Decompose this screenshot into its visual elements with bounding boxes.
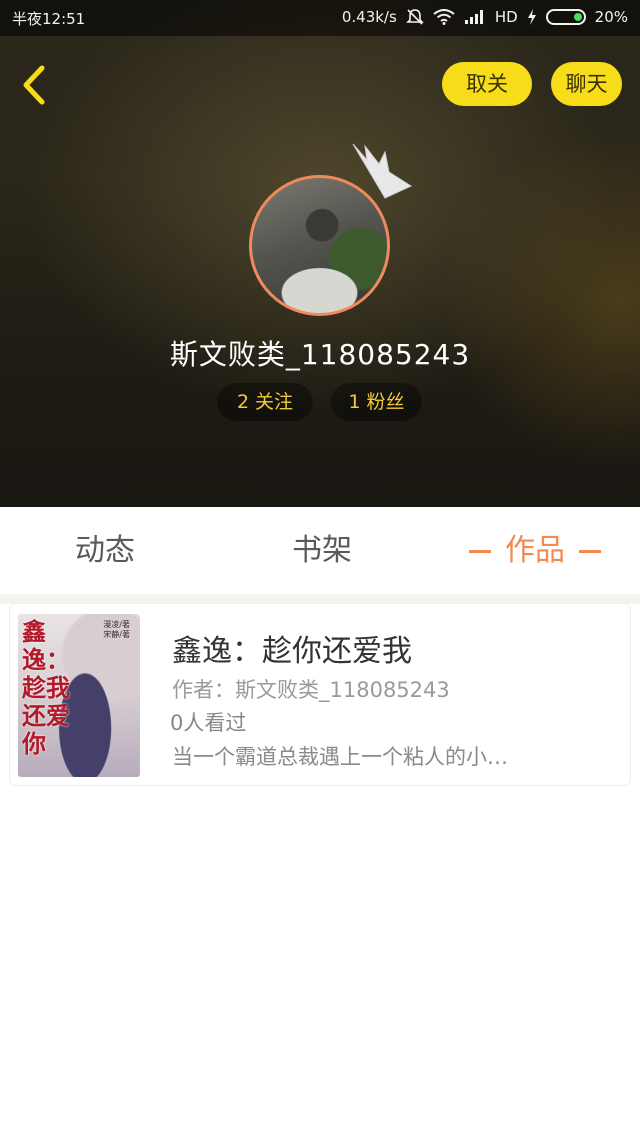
net-speed: 0.43k/s <box>341 8 397 26</box>
cover-credit: 漫凌/著 宋静/著 <box>103 620 130 640</box>
section-divider <box>0 594 640 604</box>
back-button[interactable] <box>16 62 56 108</box>
profile-tabs: 动态 书架 作品 <box>0 507 640 594</box>
username: 斯文败类_118085243 <box>169 338 471 371</box>
wifi-icon <box>433 9 455 25</box>
battery-percent: 20% <box>594 8 628 26</box>
profile-header: 半夜12:51 0.43k/s HD 20% 取关 聊天 斯文败类_118085… <box>0 0 640 507</box>
tab-works[interactable]: 作品 <box>455 507 615 594</box>
chevron-left-icon <box>23 65 45 105</box>
tab-works-label: 作品 <box>505 533 565 568</box>
fans-label: 粉丝 <box>366 391 405 413</box>
tab-dynamic[interactable]: 动态 <box>75 507 135 594</box>
status-icons: 0.43k/s HD 20% <box>342 8 628 26</box>
following-label: 关注 <box>255 391 294 413</box>
tab-indicator-left <box>469 550 491 553</box>
following-stat[interactable]: 2 关注 <box>217 383 313 421</box>
fans-count: 1 <box>348 391 361 413</box>
fans-stat[interactable]: 1 粉丝 <box>331 383 422 421</box>
tab-bookshelf[interactable]: 书架 <box>292 507 352 594</box>
battery-icon <box>545 9 586 25</box>
status-bar: 半夜12:51 0.43k/s HD 20% <box>0 0 640 36</box>
charging-icon <box>527 9 537 25</box>
book-card[interactable]: 鑫逸：趁我还爱你 漫凌/著 宋静/著 鑫逸：趁你还爱我 作者：斯文败类_1180… <box>10 604 630 785</box>
book-cover: 鑫逸：趁我还爱你 漫凌/著 宋静/著 <box>18 614 140 777</box>
book-author: 作者：斯文败类_118085243 <box>172 678 450 702</box>
avatar[interactable] <box>249 175 390 316</box>
cover-title: 鑫逸：趁我还爱你 <box>22 618 70 758</box>
following-count: 2 <box>236 391 250 413</box>
book-title: 鑫逸：趁你还爱我 <box>172 634 412 669</box>
network-type: HD <box>494 8 518 26</box>
chat-button[interactable]: 聊天 <box>551 62 622 106</box>
book-views: 0人看过 <box>170 711 247 735</box>
cover-credit-line: 宋静/著 <box>103 630 130 639</box>
cover-credit-line: 漫凌/著 <box>103 620 130 629</box>
unfollow-button[interactable]: 取关 <box>442 62 532 106</box>
signal-icon <box>464 9 486 25</box>
status-time: 半夜12:51 <box>12 10 86 28</box>
book-description: 当一个霸道总裁遇上一个粘人的小… <box>172 745 508 769</box>
tab-indicator-right <box>579 550 601 553</box>
bell-muted-icon <box>405 8 424 26</box>
